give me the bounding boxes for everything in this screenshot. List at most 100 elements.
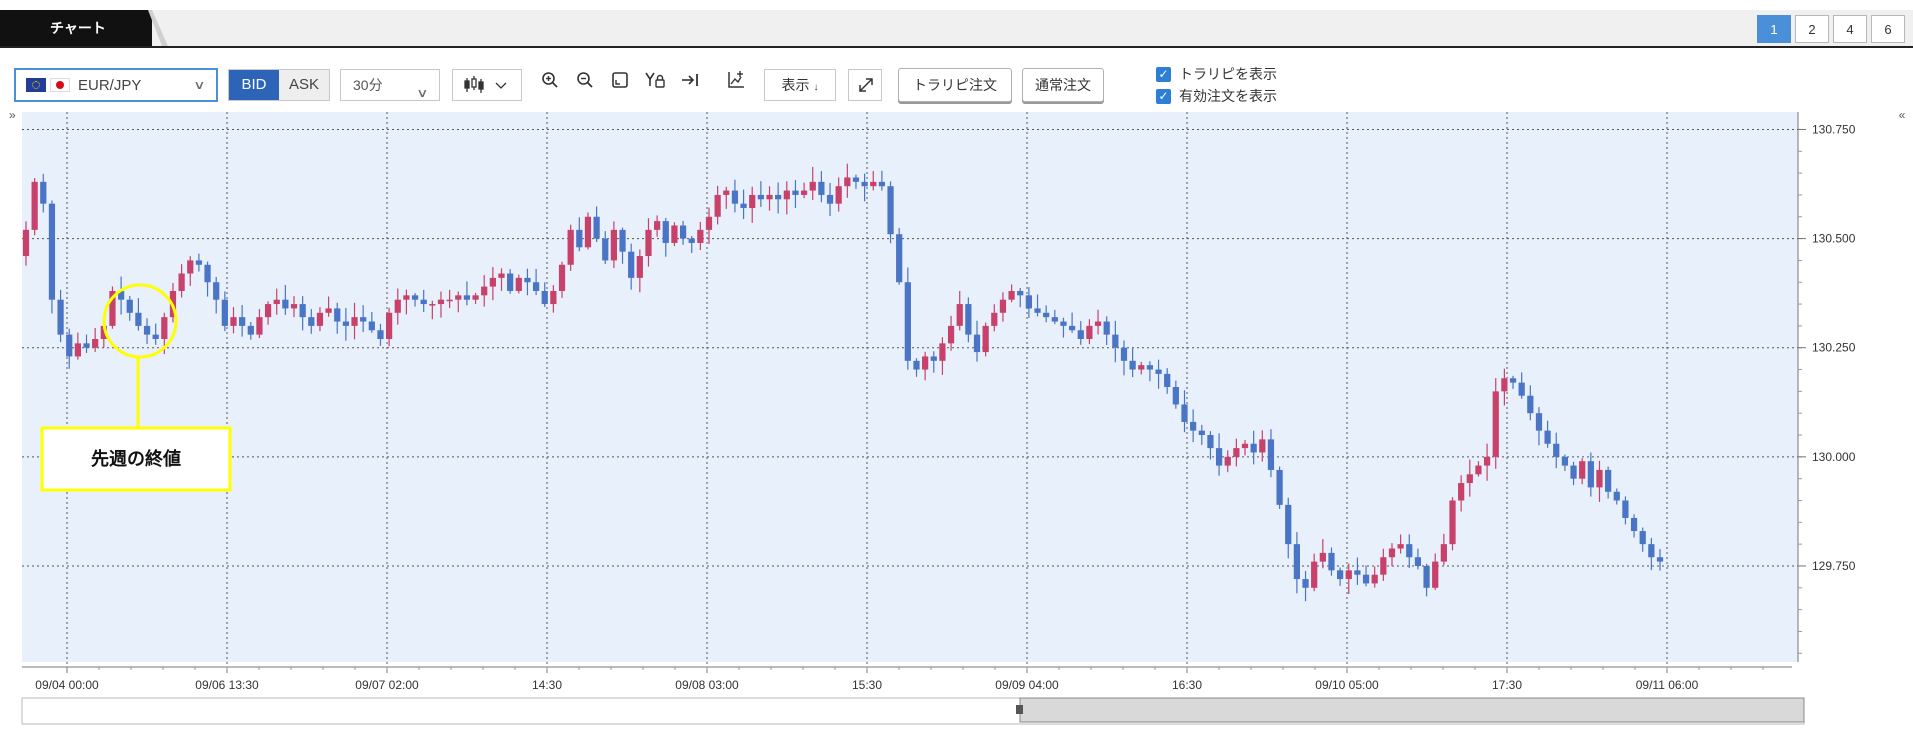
candle-body [1362, 574, 1370, 584]
expand-chart-button[interactable] [848, 69, 882, 101]
navigator-handle[interactable] [1016, 705, 1023, 714]
candle-body [714, 194, 721, 217]
chart-type-select[interactable] [452, 69, 522, 101]
plot-area [22, 112, 1798, 662]
candle-body [403, 295, 410, 300]
layout-1-button[interactable]: 1 [1757, 15, 1791, 43]
candle-body [982, 325, 989, 353]
zoom-in-icon[interactable] [536, 70, 564, 100]
candle-body [290, 304, 298, 309]
layout-2-button[interactable]: 2 [1795, 15, 1829, 43]
trail-order-button[interactable]: トラリピ注文 [898, 68, 1012, 102]
candle-body [1371, 574, 1378, 584]
candle-body [1414, 557, 1422, 566]
candle-body [1017, 290, 1024, 296]
candle [887, 181, 894, 244]
candle-body [264, 304, 272, 318]
candle-body [679, 225, 687, 239]
candle-body [489, 277, 496, 287]
candle-body [1483, 456, 1491, 466]
layout-6-button[interactable]: 6 [1871, 15, 1905, 43]
candle-body [1354, 570, 1361, 575]
candle-body [1164, 373, 1171, 387]
candle-body [1094, 321, 1102, 326]
zoom-out-icon[interactable] [571, 70, 599, 100]
candle-body [922, 356, 929, 370]
ask-button[interactable]: ASK [279, 70, 329, 100]
candle [48, 200, 56, 314]
candle-body [541, 290, 548, 305]
candle-body [1579, 461, 1586, 479]
candle-body [1215, 448, 1223, 466]
normal-order-button[interactable]: 通常注文 [1022, 68, 1104, 102]
candle-body [282, 299, 289, 309]
bid-ask-toggle: BID ASK [228, 69, 330, 101]
fit-screen-icon[interactable] [606, 70, 634, 100]
candle-body [1276, 469, 1283, 505]
y-tick-label: 130.000 [1812, 450, 1856, 464]
candle-body [550, 290, 557, 305]
candle-body [1648, 544, 1655, 558]
show-trail-checkbox[interactable]: ✓ [1156, 66, 1171, 82]
timeframe-select[interactable]: 30分 ∨ [340, 69, 440, 101]
layout-4-button[interactable]: 4 [1833, 15, 1867, 43]
candle-body [1241, 443, 1249, 449]
candle [671, 222, 678, 247]
candle-body [775, 194, 782, 200]
scroll-to-latest-icon[interactable] [676, 70, 704, 100]
candle-body [757, 194, 764, 200]
candle-body [1518, 382, 1525, 396]
symbol-select[interactable]: EUR/JPY ∨ [14, 68, 218, 102]
chart-toolbar: EUR/JPY ∨ BID ASK 30分 ∨ 表示 ↓ トラリピ注文 通常注文… [0, 60, 1913, 110]
display-menu-button[interactable]: 表示 ↓ [764, 69, 836, 101]
candle-body [463, 295, 471, 300]
candle-body [532, 282, 540, 291]
candle-body [472, 295, 479, 300]
timeframe-value: 30分 [353, 77, 383, 93]
candle [109, 286, 116, 329]
y-tick-label: 129.750 [1812, 559, 1856, 573]
candle-body [1656, 557, 1664, 562]
chevron-down-icon: ∨ [193, 78, 206, 92]
eu-flag-icon [26, 78, 46, 92]
add-indicator-icon[interactable] [722, 70, 750, 100]
candle-body [161, 317, 168, 339]
candle [31, 178, 38, 236]
candle-body [1440, 544, 1447, 562]
candle-body [420, 299, 427, 305]
candle [904, 267, 911, 370]
candle-body [40, 181, 47, 204]
y-axis-minor-ticks [1798, 128, 1802, 654]
candle-body [308, 317, 315, 326]
candle-body [1198, 430, 1205, 436]
candle-body [671, 225, 678, 243]
candle-body [999, 299, 1007, 313]
candle [1492, 378, 1499, 469]
show-valid-orders-option: ✓ 有効注文を表示 [1156, 86, 1277, 106]
candle-body [1337, 570, 1344, 580]
show-valid-orders-checkbox[interactable]: ✓ [1156, 88, 1171, 104]
candle-body [325, 308, 332, 313]
candle-body [22, 229, 30, 257]
x-tick-label: 09/04 00:00 [35, 678, 99, 692]
show-trail-option: ✓ トラリピを表示 [1156, 64, 1277, 84]
candle [896, 227, 903, 285]
show-valid-orders-label: 有効注文を表示 [1179, 88, 1277, 104]
candle-body [126, 299, 133, 313]
candle-body [515, 277, 522, 291]
candle-body [567, 229, 574, 265]
candle-body [1596, 469, 1603, 488]
candle-body [826, 194, 834, 204]
candle-body [636, 256, 643, 278]
navigator-window[interactable] [1019, 697, 1805, 723]
x-tick-label: 15:30 [852, 678, 882, 692]
candle-body [1267, 439, 1275, 470]
price-chart[interactable]: 130.750 130.500 130.250 130.000 129.750 09/0… [0, 108, 1913, 735]
y-axis-lock-icon[interactable] [641, 70, 669, 100]
candle-body [143, 325, 151, 335]
candle-body [809, 181, 816, 191]
candle-body [965, 304, 972, 335]
candle-body [1034, 308, 1041, 313]
candle-body [256, 317, 263, 335]
bid-button[interactable]: BID [229, 70, 279, 100]
